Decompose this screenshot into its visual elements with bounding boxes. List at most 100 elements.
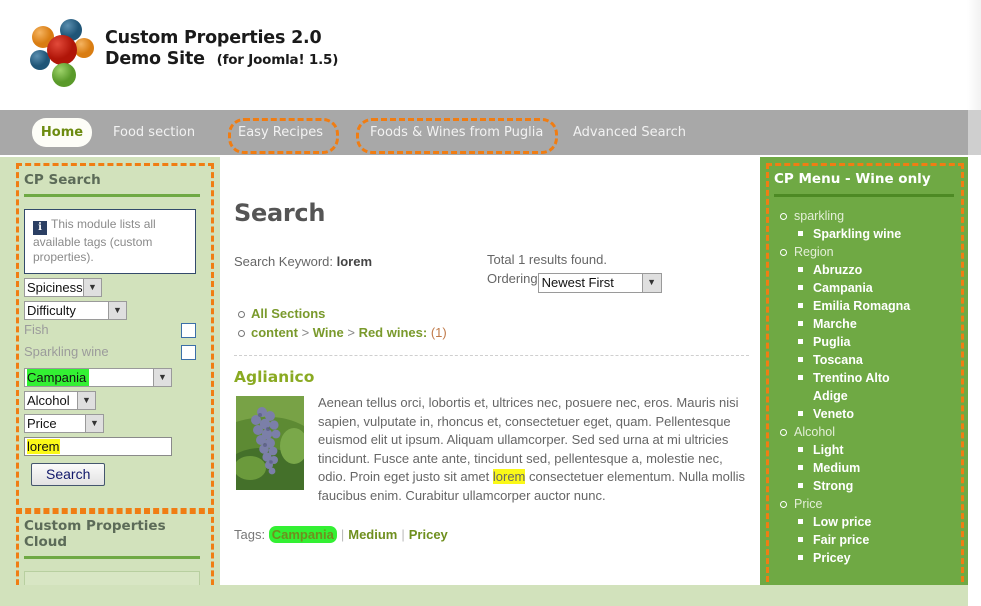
checkbox-fish[interactable] — [181, 323, 196, 338]
cp-menu-item-emilia-romagna[interactable]: Emilia Romagna — [794, 297, 954, 315]
nav-item-easy-recipes[interactable]: Easy Recipes — [238, 110, 323, 155]
result-body: Aenean tellus orci, lobortis et, ultrice… — [234, 394, 749, 505]
cp-menu-item-low-price[interactable]: Low price — [794, 513, 954, 531]
cp-menu-item-light[interactable]: Light — [794, 441, 954, 459]
select-region-value: Campania — [27, 369, 90, 386]
cp-menu-group-price-label: Price — [794, 497, 823, 511]
ordering-label: Ordering — [487, 271, 538, 286]
cp-search-keyword-value: lorem — [27, 439, 60, 454]
section-item-breadcrumb[interactable]: content > Wine > Red wines: (1) — [234, 323, 749, 342]
cp-menu-title: CP Menu - Wine only — [774, 171, 931, 187]
ordering-select[interactable]: Newest First ▼ — [537, 273, 662, 293]
tag-divider-1: | — [340, 527, 345, 542]
grape-cluster-photo — [236, 396, 304, 490]
site-header: Custom Properties 2.0 Demo Site (for Joo… — [0, 0, 981, 110]
select-alcohol-value: Alcohol — [27, 393, 70, 408]
footer-band — [0, 585, 968, 606]
nav-item-home[interactable]: Home — [32, 110, 92, 155]
cp-menu-group-alcohol[interactable]: Alcohol Light Medium Strong — [774, 423, 954, 495]
crumb-wine: Wine — [312, 325, 344, 340]
chevron-down-icon: ▼ — [108, 302, 126, 319]
cp-menu-group-region-label: Region — [794, 245, 834, 259]
ordering-select-value: Newest First — [541, 275, 614, 290]
cp-search-title: CP Search — [24, 172, 101, 188]
section-item-all[interactable]: All Sections — [234, 304, 749, 323]
cp-menu-module: CP Menu - Wine only sparkling Sparkling … — [774, 171, 954, 567]
search-keyword-summary: Search Keyword: lorem — [234, 254, 372, 269]
result-tag-pricey[interactable]: Pricey — [409, 527, 448, 542]
tag-divider-2: | — [401, 527, 405, 542]
content-divider — [234, 355, 749, 356]
crumb-content: content — [251, 325, 298, 340]
cp-menu-item-campania[interactable]: Campania — [794, 279, 954, 297]
nav-item-food-section[interactable]: Food section — [113, 110, 195, 155]
info-icon: i — [33, 221, 47, 235]
chevron-down-icon: ▼ — [77, 392, 95, 409]
cp-menu-item-medium[interactable]: Medium — [794, 459, 954, 477]
select-difficulty[interactable]: Difficulty ▼ — [24, 301, 127, 320]
page-title: Search — [234, 199, 326, 227]
select-spiciness[interactable]: Spiciness ▼ — [24, 278, 102, 297]
cp-menu-item-adige[interactable]: Adige — [794, 387, 954, 405]
checkbox-label-fish: Fish — [24, 322, 49, 337]
select-difficulty-value: Difficulty — [27, 303, 76, 318]
crumb-count: (1) — [430, 325, 447, 340]
crumb-red-wines: Red wines: — [358, 325, 428, 340]
cp-cloud-title: Custom Properties Cloud — [24, 518, 200, 550]
cp-menu-group-price[interactable]: Price Low price Fair price Pricey — [774, 495, 954, 567]
chevron-down-icon: ▼ — [85, 415, 103, 432]
section-item-all-label: All Sections — [251, 306, 326, 321]
cp-menu-list: sparkling Sparkling wine Region Abruzzo … — [774, 207, 954, 567]
nav-item-advanced-search[interactable]: Advanced Search — [573, 110, 686, 155]
result-tags-row: Tags: Campania | Medium | Pricey — [234, 505, 749, 543]
cp-menu-item-toscana[interactable]: Toscana — [794, 351, 954, 369]
checkbox-row-sparkling-wine[interactable]: Sparkling wine — [24, 342, 200, 364]
cp-search-submit-button[interactable]: Search — [31, 463, 106, 486]
select-alcohol[interactable]: Alcohol ▼ — [24, 391, 96, 410]
site-title-block: Custom Properties 2.0 Demo Site (for Joo… — [105, 28, 338, 71]
section-filter-list: All Sections content > Wine > Red wines:… — [234, 304, 749, 342]
cp-menu-item-veneto[interactable]: Veneto — [794, 405, 954, 423]
select-region[interactable]: Campania ▼ — [24, 368, 172, 387]
results-total: Total 1 results found. — [487, 252, 607, 267]
cp-menu-item-pricey[interactable]: Pricey — [794, 549, 954, 567]
chevron-down-icon: ▼ — [83, 279, 101, 296]
cp-search-info-text: This module lists all available tags (cu… — [33, 217, 156, 264]
crumb-separator-2: > — [343, 325, 359, 340]
cp-menu-item-marche[interactable]: Marche — [794, 315, 954, 333]
main-content: Search Search Keyword: lorem Total 1 res… — [220, 157, 760, 585]
cp-menu-item-trentino-alto[interactable]: Trentino Alto — [794, 369, 954, 387]
cp-menu-item-fair-price[interactable]: Fair price — [794, 531, 954, 549]
cp-menu-item-sparkling-wine[interactable]: Sparkling wine — [794, 225, 954, 243]
site-title: Custom Properties 2.0 — [105, 28, 322, 48]
main-navigation: Home Food section Easy Recipes Foods & W… — [0, 110, 968, 155]
select-price[interactable]: Price ▼ — [24, 414, 104, 433]
result-title[interactable]: Aglianico — [234, 368, 749, 386]
checkbox-sparkling-wine[interactable] — [181, 345, 196, 360]
search-keyword-label: Search Keyword: — [234, 254, 333, 269]
chevron-down-icon: ▼ — [641, 274, 661, 292]
nav-item-foods-wines-puglia[interactable]: Foods & Wines from Puglia — [370, 110, 543, 155]
cp-menu-item-abruzzo[interactable]: Abruzzo — [794, 261, 954, 279]
search-keyword-value: lorem — [336, 254, 373, 269]
checkbox-label-sparkling-wine: Sparkling wine — [24, 344, 109, 359]
molecule-spheres-logo — [26, 14, 100, 94]
result-tag-campania[interactable]: Campania — [268, 526, 337, 543]
cp-menu-item-puglia[interactable]: Puglia — [794, 333, 954, 351]
search-summary-row: Search Keyword: lorem Total 1 results fo… — [234, 252, 749, 294]
cp-cloud-title-line2: Cloud — [24, 534, 68, 550]
nav-right-edge — [968, 110, 981, 155]
cp-menu-item-strong[interactable]: Strong — [794, 477, 954, 495]
cp-search-module: CP Search i This module lists all availab… — [24, 172, 200, 486]
cp-menu-group-alcohol-label: Alcohol — [794, 425, 835, 439]
cp-cloud-rule — [24, 556, 200, 559]
cp-menu-group-region[interactable]: Region Abruzzo Campania Emilia Romagna M… — [774, 243, 954, 423]
page-root: Custom Properties 2.0 Demo Site (for Joo… — [0, 0, 981, 606]
checkbox-row-fish[interactable]: Fish — [24, 320, 200, 342]
site-subtitle-main: Demo Site — [105, 49, 205, 69]
result-tag-medium[interactable]: Medium — [348, 527, 397, 542]
cp-cloud-title-line1: Custom Properties — [24, 518, 166, 534]
cp-search-keyword-input[interactable]: lorem — [24, 437, 172, 456]
result-body-highlight: lorem — [492, 469, 526, 484]
cp-menu-group-sparkling[interactable]: sparkling Sparkling wine — [774, 207, 954, 243]
